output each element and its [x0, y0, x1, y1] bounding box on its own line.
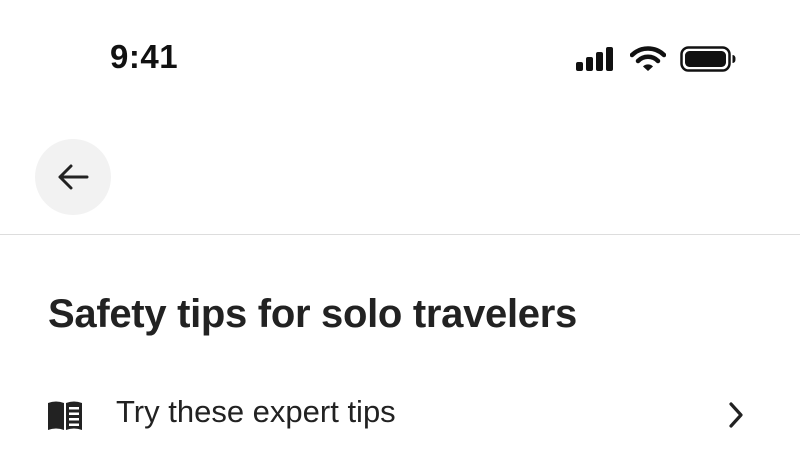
battery-icon: [680, 46, 736, 72]
status-bar: 9:41: [0, 0, 800, 110]
book-icon: [48, 401, 82, 430]
back-button[interactable]: [35, 139, 111, 215]
nav-bar: [0, 110, 800, 235]
arrow-left-icon: [58, 164, 89, 190]
screen: 9:41 Safety tips for solo travelers Try …: [0, 0, 800, 450]
list-item-expert-tips[interactable]: Try these expert tips: [0, 380, 800, 450]
wifi-icon: [630, 46, 666, 71]
status-time: 9:41: [110, 38, 179, 75]
status-icons: [576, 43, 736, 75]
list-item-label: Try these expert tips: [116, 394, 396, 429]
chevron-right-icon: [729, 402, 743, 428]
page-title: Safety tips for solo travelers: [48, 292, 577, 336]
cellular-signal-icon: [576, 47, 613, 71]
